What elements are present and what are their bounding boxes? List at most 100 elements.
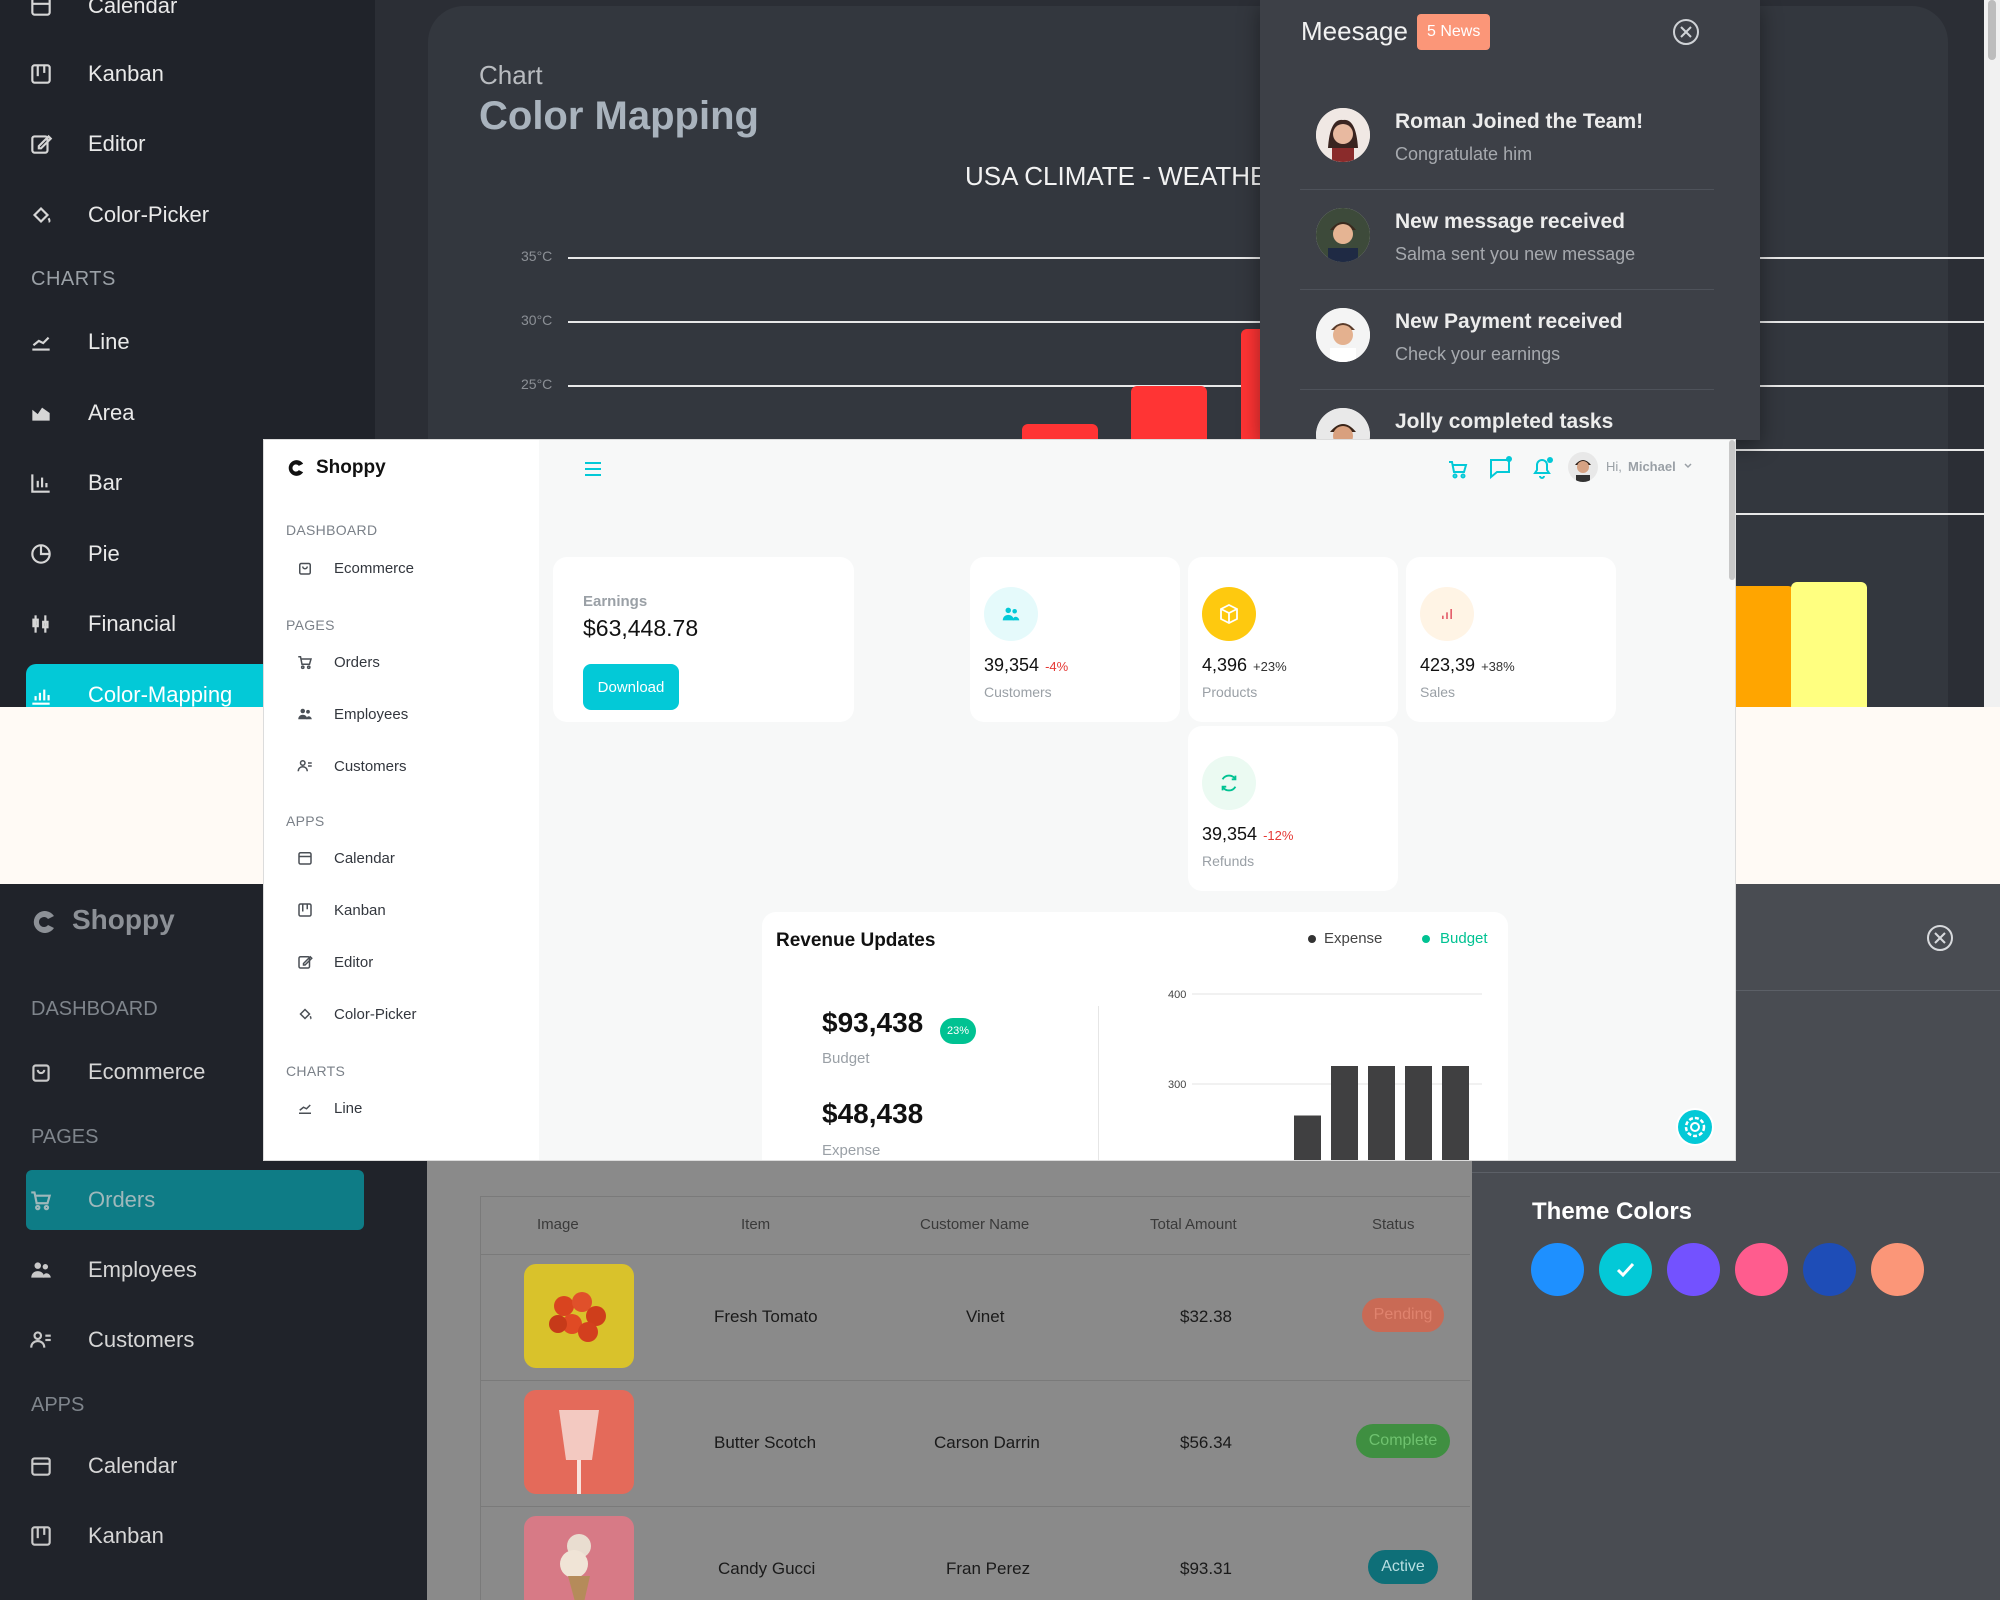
sidebar-item-label: Orders — [88, 1187, 156, 1212]
sidebar-item-label: Customers — [334, 757, 407, 775]
stat-percent: -12% — [1263, 828, 1294, 843]
cart-icon[interactable] — [1446, 457, 1470, 481]
sidebar-item-orders[interactable]: Orders — [296, 642, 380, 682]
light-dashboard-screenshot: Shoppy DASHBOARD Ecommerce PAGES Orders … — [264, 440, 1735, 1160]
status-badge: Active — [1368, 1550, 1438, 1584]
sidebar-item-label: Financial — [88, 611, 177, 636]
sidebar-item-line[interactable]: Line — [296, 1088, 362, 1128]
chevron-down-icon[interactable] — [1682, 460, 1694, 472]
sidebar-item-ecommerce[interactable]: Ecommerce — [296, 548, 414, 588]
sidebar-item-editor[interactable]: Editor — [296, 942, 373, 982]
theme-color-swatch[interactable] — [1531, 1243, 1584, 1296]
sidebar-item-financial[interactable]: Financial — [28, 592, 176, 656]
column-header[interactable]: Item — [741, 1216, 770, 1233]
scrollbar-track[interactable] — [1984, 0, 2000, 707]
message-panel-title: Meesage — [1301, 16, 1408, 46]
page-title: Color Mapping — [479, 94, 759, 138]
sidebar-item-orders[interactable]: Orders — [28, 1170, 155, 1230]
chat-icon[interactable] — [1487, 455, 1513, 481]
sidebar-item-label: Editor — [334, 953, 374, 971]
legend-expense: Expense — [1324, 930, 1383, 947]
sidebar-item-calendar[interactable]: Calendar — [28, 0, 177, 38]
section-dashboard: DASHBOARD — [286, 522, 378, 538]
sidebar-item-customers[interactable]: Customers — [28, 1310, 194, 1370]
sidebar-item-label: Calendar — [88, 1453, 178, 1478]
y-tick-label: 400 — [1168, 989, 1186, 1001]
edit-icon — [28, 131, 54, 157]
scrollbar-thumb[interactable] — [1988, 0, 1996, 60]
column-header[interactable]: Status — [1372, 1216, 1415, 1233]
sidebar-item-pie[interactable]: Pie — [28, 522, 120, 586]
theme-color-swatch[interactable] — [1803, 1243, 1856, 1296]
theme-color-swatch-selected[interactable] — [1599, 1243, 1652, 1296]
sidebar-item-employees[interactable]: Employees — [296, 694, 408, 734]
theme-color-swatch[interactable] — [1735, 1243, 1788, 1296]
column-header[interactable]: Total Amount — [1150, 1216, 1237, 1233]
earnings-value: $63,448.78 — [583, 615, 699, 641]
row-divider — [480, 1380, 1470, 1381]
sidebar-item-editor[interactable]: Editor — [28, 112, 145, 176]
column-header[interactable]: Customer Name — [920, 1216, 1029, 1233]
app-logo-text[interactable]: Shoppy — [72, 904, 175, 936]
kanban-icon — [28, 61, 54, 87]
sidebar-item-ecommerce[interactable]: Ecommerce — [28, 1042, 205, 1102]
legend-dot-budget — [1422, 935, 1430, 943]
scrollbar-thumb[interactable] — [1729, 440, 1735, 580]
section-charts: CHARTS — [286, 1063, 346, 1079]
notification-bell-icon[interactable] — [1529, 455, 1555, 481]
sidebar-item-label: Color-Picker — [88, 202, 210, 227]
message-item[interactable]: New message received Salma sent you new … — [1300, 190, 1714, 290]
sidebar-item-calendar[interactable]: Calendar — [28, 1436, 177, 1496]
chart-bar — [1791, 582, 1867, 707]
table-border — [480, 1196, 1470, 1197]
stat-card-customers: 39,354 -4% Customers — [970, 557, 1180, 722]
calendar-icon — [296, 849, 314, 867]
sidebar-item-bar[interactable]: Bar — [28, 451, 122, 515]
sidebar-item-color-picker[interactable]: Color-Picker — [296, 994, 417, 1034]
message-item[interactable]: Roman Joined the Team! Congratulate him — [1300, 90, 1714, 190]
paint-bucket-icon — [296, 1005, 314, 1023]
sidebar-item-customers[interactable]: Customers — [296, 746, 407, 786]
area-chart-icon — [28, 400, 54, 426]
theme-color-swatch[interactable] — [1871, 1243, 1924, 1296]
sidebar-item-label: Pie — [88, 541, 120, 566]
y-tick-label: 25°C — [521, 376, 553, 392]
theme-color-swatch[interactable] — [1667, 1243, 1720, 1296]
sidebar-item-color-mapping[interactable]: Color-Mapping — [28, 663, 232, 707]
close-icon[interactable] — [1926, 924, 1954, 952]
kanban-icon — [28, 1523, 54, 1549]
app-logo-text[interactable]: Shoppy — [316, 457, 386, 479]
sidebar-item-kanban[interactable]: Kanban — [28, 1506, 164, 1566]
cart-icon — [296, 653, 314, 671]
stat-number: 39,354 — [984, 655, 1040, 675]
chart-bar — [1442, 1066, 1469, 1160]
settings-button[interactable] — [1676, 1108, 1714, 1146]
revenue-title: Revenue Updates — [776, 930, 936, 951]
sidebar-item-area[interactable]: Area — [28, 381, 134, 445]
user-name[interactable]: Michael — [1628, 459, 1676, 474]
close-icon[interactable] — [1672, 18, 1700, 46]
stat-value: 39,354 -4% — [984, 655, 1068, 676]
sidebar-item-kanban[interactable]: Kanban — [28, 42, 164, 106]
sidebar-item-kanban[interactable]: Kanban — [296, 890, 386, 930]
message-title: New message received — [1395, 210, 1625, 233]
sidebar-item-employees[interactable]: Employees — [28, 1240, 197, 1300]
sidebar-item-label: Line — [334, 1099, 363, 1117]
avatar[interactable] — [1568, 452, 1598, 482]
menu-icon[interactable] — [582, 458, 604, 480]
line-chart-icon — [28, 329, 54, 355]
cart-icon — [28, 1187, 54, 1213]
sidebar-item-color-picker[interactable]: Color-Picker — [28, 183, 209, 247]
download-button[interactable]: Download — [583, 664, 679, 710]
cell-amount: $93.31 — [1180, 1559, 1232, 1578]
stat-value: 39,354 -12% — [1202, 824, 1293, 845]
customers-icon — [28, 1327, 54, 1353]
message-item[interactable]: New Payment received Check your earnings — [1300, 290, 1714, 390]
sidebar-item-line[interactable]: Line — [28, 310, 130, 374]
avatar — [1316, 308, 1370, 362]
stat-value: 4,396 +23% — [1202, 655, 1287, 676]
stat-card-refunds: 39,354 -12% Refunds — [1188, 726, 1398, 891]
column-header[interactable]: Image — [537, 1216, 579, 1233]
sidebar-item-calendar[interactable]: Calendar — [296, 838, 395, 878]
cell-customer: Carson Darrin — [934, 1433, 1040, 1452]
